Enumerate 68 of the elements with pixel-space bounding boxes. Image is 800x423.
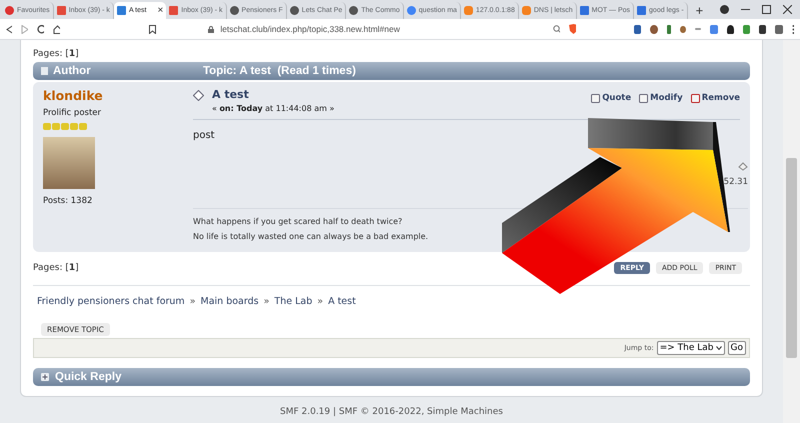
breadcrumb-link[interactable]: The Lab <box>274 296 312 307</box>
author-heading: Author <box>53 65 92 77</box>
favicon-icon <box>580 6 589 15</box>
diamond-icon <box>193 90 204 101</box>
favicon-icon <box>637 6 646 15</box>
favicon-icon <box>116 6 126 15</box>
poster-name[interactable]: klondike <box>43 88 193 103</box>
bookmark-icon[interactable] <box>149 24 156 34</box>
post-action-link[interactable]: Remove <box>690 93 740 103</box>
report-icon[interactable] <box>738 162 748 171</box>
lock-icon <box>208 26 214 32</box>
back-icon[interactable] <box>6 24 12 34</box>
board-select[interactable]: => The Lab <box>656 341 725 355</box>
breadcrumb-separator: » <box>317 296 324 307</box>
new-tab-button[interactable]: + <box>696 3 704 18</box>
extension-icon[interactable] <box>666 24 672 34</box>
expand-icon[interactable] <box>41 373 49 381</box>
pages-label: Pages: [1] <box>33 48 80 61</box>
menu-icon[interactable] <box>792 24 794 34</box>
go-button[interactable]: Go <box>728 341 746 355</box>
document-icon <box>41 67 48 75</box>
signature-line: What happens if you get scared half to death twice? <box>193 216 404 228</box>
bell-icon[interactable] <box>726 24 734 34</box>
poster-rank: Prolific poster <box>43 108 102 118</box>
breadcrumb-separator: » <box>190 296 196 307</box>
photo-placeholder <box>43 137 95 189</box>
post-body: post <box>193 130 216 141</box>
maximize-icon[interactable] <box>762 5 771 14</box>
action-icon <box>690 94 700 102</box>
action-icon <box>639 94 648 102</box>
favicon-icon <box>230 6 239 15</box>
zoom-icon[interactable] <box>553 25 560 33</box>
footer-text: SMF 2.0.19 | SMF © 2016-2022, Simple Machines <box>278 407 504 417</box>
topic-heading: Topic: A test (Read 1 times) <box>203 65 356 77</box>
favicon-icon <box>349 6 358 15</box>
close-icon[interactable] <box>783 5 792 14</box>
breadcrumb-link[interactable]: Main boards <box>200 296 259 307</box>
signature-line: No life is totally wasted one can always be a bad example. <box>193 231 430 243</box>
scrollbar[interactable] <box>783 40 800 423</box>
favicon-icon <box>56 6 66 15</box>
extension-icon[interactable] <box>634 24 642 34</box>
ip-address: 52.31 <box>724 177 748 187</box>
post-count: Posts: 1382 <box>43 196 94 206</box>
chevron-down-icon <box>716 346 722 350</box>
extension-icon[interactable] <box>742 24 750 34</box>
breadcrumb-link[interactable]: A test <box>328 296 356 307</box>
address-bar[interactable]: letschat.club/index.php/topic,338.new.html#new <box>220 24 400 34</box>
post-action-link[interactable]: Quote <box>591 93 632 103</box>
home-icon[interactable] <box>53 24 60 34</box>
profile-icon[interactable] <box>720 5 729 14</box>
breadcrumb-link[interactable]: Friendly pensioners chat forum <box>37 296 185 307</box>
quick-reply-heading: Quick Reply <box>55 371 122 383</box>
favicon-icon <box>464 6 473 15</box>
action-icon <box>591 94 600 102</box>
favicon-icon <box>5 6 14 15</box>
post-date: « on: Today at 11:44:08 am » <box>212 104 334 113</box>
favicon-icon <box>522 6 531 15</box>
favicon-icon <box>290 6 299 15</box>
favicon-icon <box>406 6 416 15</box>
post-title[interactable]: A test <box>212 88 334 101</box>
close-tab-button[interactable]: × <box>157 5 164 16</box>
post-action-link[interactable]: Modify <box>639 93 683 103</box>
breadcrumb-separator: » <box>264 296 270 307</box>
shield-icon[interactable] <box>568 24 576 34</box>
minimize-icon[interactable] <box>741 8 750 10</box>
pages-label: Pages: [1] <box>33 262 79 275</box>
favicon-icon <box>169 6 178 15</box>
reload-icon[interactable] <box>36 24 44 34</box>
